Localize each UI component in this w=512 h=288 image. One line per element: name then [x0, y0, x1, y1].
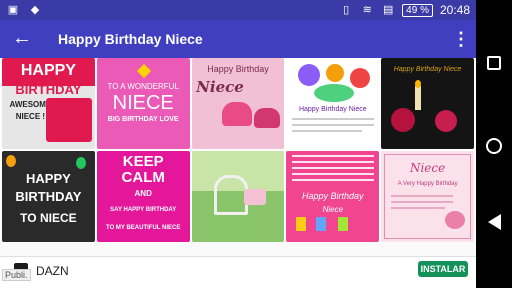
card-text: BIRTHDAY	[15, 82, 82, 97]
system-navbar	[476, 0, 512, 288]
status-right: ▯ ≋ ▤ 49 % 20:48	[339, 3, 470, 17]
card-text: Niece	[196, 78, 244, 96]
status-bar: ▣ ◆ ▯ ≋ ▤ 49 % 20:48	[0, 0, 476, 20]
ad-brand-name: DAZN	[36, 264, 69, 278]
card-text: Niece	[322, 205, 344, 214]
card-tile[interactable]: Happy Birthday Niece	[191, 58, 285, 149]
card-text: KEEP	[122, 153, 164, 170]
card-text: BIRTHDAY	[15, 189, 82, 204]
status-time: 20:48	[439, 3, 470, 17]
home-icon[interactable]	[486, 138, 502, 154]
card-text: TO A WONDERFUL	[107, 82, 179, 91]
card-text: NIECE	[112, 92, 174, 114]
back-arrow-icon[interactable]: ←	[10, 28, 34, 50]
card-text: HAPPY	[26, 171, 71, 186]
card-tile[interactable]: KEEP CALM AND SAY HAPPY BIRTHDAY TO MY B…	[96, 151, 190, 242]
page-title: Happy Birthday Niece	[58, 31, 203, 47]
card-text: Niece	[409, 161, 446, 175]
card-tile[interactable]: Happy Birthday Niece	[286, 151, 380, 242]
card-text: Happy Birthday Niece	[393, 66, 462, 73]
ad-banner[interactable]: DAZN Publi. INSTALAR	[0, 256, 476, 288]
picture-icon: ▣	[7, 4, 19, 16]
card-text: SAY HAPPY BIRTHDAY	[110, 207, 177, 213]
card-text: AND	[134, 189, 152, 198]
card-tile[interactable]	[191, 151, 285, 242]
card-text: BIG BIRTHDAY LOVE	[107, 116, 179, 123]
vibrate-icon: ▯	[343, 4, 350, 16]
card-tile[interactable]: HAPPY BIRTHDAY AWESOME NIECE !	[2, 58, 95, 149]
wifi-icon: ≋	[362, 4, 372, 16]
overflow-menu-icon[interactable]: ⋮	[452, 28, 470, 50]
card-grid: HAPPY BIRTHDAY AWESOME NIECE ! TO A WOND…	[0, 58, 476, 242]
app-screen: ▣ ◆ ▯ ≋ ▤ 49 % 20:48 ← Happy Birthday Ni…	[0, 0, 476, 288]
app-bar: ← Happy Birthday Niece ⋮	[0, 20, 476, 58]
install-button[interactable]: INSTALAR	[418, 261, 468, 277]
card-text: TO NIECE	[20, 211, 77, 225]
battery-indicator: 49 %	[402, 3, 433, 17]
card-tile[interactable]: HAPPY BIRTHDAY TO NIECE	[2, 151, 95, 242]
status-left-icons: ▣ ◆	[6, 3, 42, 17]
dropbox-icon: ◆	[30, 4, 40, 16]
card-text: TO MY BEAUTIFUL NIECE	[106, 225, 181, 231]
card-tile[interactable]: TO A WONDERFUL NIECE BIG BIRTHDAY LOVE	[96, 58, 190, 149]
recents-icon[interactable]	[487, 56, 501, 70]
back-icon[interactable]	[488, 214, 501, 230]
card-text: Happy Birthday Niece	[298, 106, 367, 113]
card-text: A Very Happy Birthday	[397, 181, 458, 187]
card-tile[interactable]: Niece A Very Happy Birthday	[381, 151, 474, 242]
card-tile[interactable]: Happy Birthday Niece	[381, 58, 474, 149]
card-tile[interactable]: Happy Birthday Niece	[286, 58, 380, 149]
card-text: Happy Birthday	[207, 64, 269, 74]
no-sim-icon: ▤	[382, 4, 394, 16]
ad-label: Publi.	[2, 269, 31, 281]
card-text: CALM	[121, 169, 165, 186]
card-text: HAPPY	[20, 62, 76, 79]
card-text: Happy Birthday	[302, 191, 364, 201]
